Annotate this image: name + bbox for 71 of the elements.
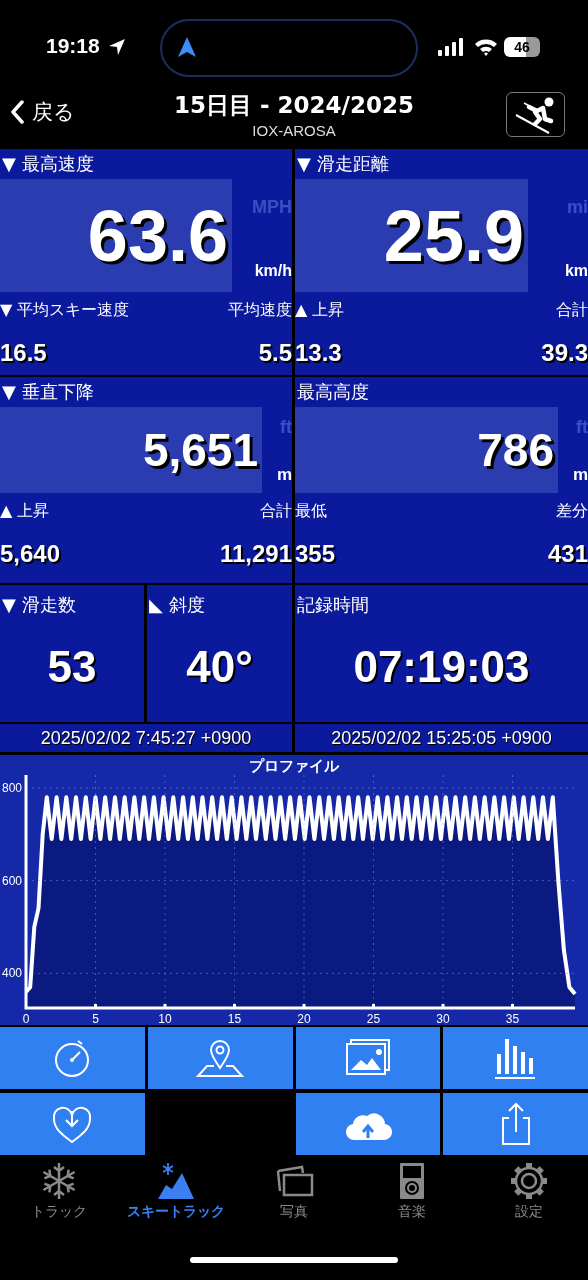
tab-item[interactable]: 設定 [470, 1161, 588, 1237]
back-button[interactable]: 戻る [10, 98, 75, 126]
battery-indicator: 46 [504, 37, 540, 57]
unit-label: km/h [254, 262, 292, 280]
sub-label: ▲ 上昇 [295, 300, 345, 321]
stat-value: 53 [46, 641, 98, 693]
x-tick-label: 5 [92, 1012, 99, 1025]
unit-label: m [276, 465, 292, 485]
photos-button[interactable] [295, 1027, 441, 1089]
sub-value: 431 [547, 540, 588, 568]
sub-label: ▲ 上昇 [0, 501, 50, 522]
chart-button[interactable] [443, 1027, 588, 1089]
chart-title: プロファイル [248, 756, 340, 775]
x-tick-label: 25 [366, 1012, 381, 1025]
panel-title: ▼ 最高速度 [1, 152, 95, 176]
x-tick-label: 0 [22, 1012, 30, 1025]
sub-value: 13.3 [295, 339, 342, 367]
unit-label: km [564, 262, 588, 280]
upload-button[interactable] [295, 1093, 441, 1155]
map-button[interactable] [147, 1027, 293, 1089]
panel-title: ▼ 滑走距離 [296, 152, 390, 176]
sub-label: 差分 [556, 501, 588, 522]
stat-value: 40° [185, 641, 254, 693]
stat-value: 25.9 [295, 179, 528, 292]
x-tick-label: 35 [505, 1012, 520, 1025]
share-button[interactable] [443, 1093, 588, 1155]
x-tick-label: 15 [227, 1012, 242, 1025]
screen-title: 15日目 - 2024/2025 [173, 91, 415, 120]
x-tick-label: 20 [297, 1012, 311, 1025]
screen-subtitle: IOX-AROSA [251, 122, 337, 139]
y-tick-label: 800 [1, 781, 22, 795]
location-arrow-icon [108, 38, 126, 56]
tab-item[interactable]: 音楽 [352, 1161, 471, 1237]
timestamp: 2025/02/02 15:25:05 +0900 [295, 724, 588, 752]
stat-value: 63.6 [0, 179, 232, 292]
sub-value: 355 [295, 540, 336, 568]
sub-label: 最低 [295, 501, 327, 522]
stat-value: 07:19:03 [352, 641, 531, 693]
sub-label: 合計 [260, 501, 292, 522]
panel-title: 記録時間 [296, 593, 370, 617]
sub-label: 合計 [556, 300, 588, 321]
sub-value: 5,640 [0, 540, 61, 568]
x-tick-label: 30 [436, 1012, 450, 1025]
sub-label: ▼ 平均スキー速度 [0, 300, 130, 321]
x-tick-label: 10 [158, 1012, 172, 1025]
sub-value: 5.5 [258, 339, 292, 367]
sub-label: 平均速度 [228, 300, 292, 321]
timestamp: 2025/02/02 7:45:27 +0900 [0, 724, 292, 752]
unit-label: m [572, 465, 588, 485]
sub-value: 11,291 [219, 540, 292, 568]
y-tick-label: 400 [1, 966, 22, 981]
back-chevron-icon [10, 100, 24, 124]
stat-value: 786 [295, 407, 558, 493]
tab-item[interactable]: スキートラック [117, 1161, 236, 1237]
wifi-icon [474, 37, 498, 56]
favorite-button[interactable] [0, 1093, 145, 1155]
stopwatch-button[interactable] [0, 1027, 145, 1089]
sub-value: 39.3 [541, 339, 588, 367]
tab-item[interactable]: 写真 [235, 1161, 353, 1237]
navigation-arrow-icon [176, 36, 198, 58]
tab-item[interactable]: トラック [0, 1161, 118, 1237]
y-tick-label: 600 [1, 873, 22, 888]
stat-value: 5,651 [0, 407, 262, 493]
sub-value: 16.5 [0, 339, 47, 367]
panel-title: 最高高度 [296, 380, 370, 404]
signal-icon [438, 38, 464, 56]
status-time: 19:18 [46, 34, 100, 58]
panel-title: ▼ 垂直下降 [1, 380, 95, 404]
panel-title: ◣ 斜度 [148, 593, 206, 617]
skier-button[interactable] [506, 92, 565, 137]
panel-title: ▼ 滑走数 [1, 593, 77, 617]
